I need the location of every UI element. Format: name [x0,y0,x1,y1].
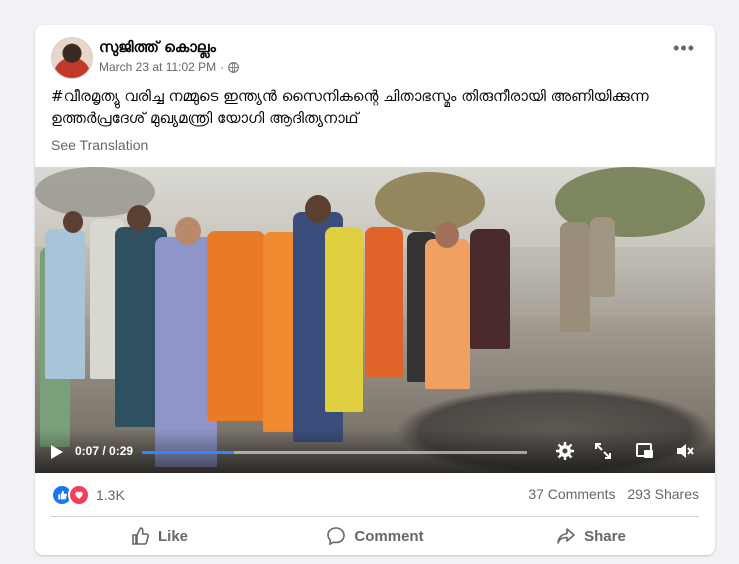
reactions-count: 1.3K [96,487,125,503]
globe-icon [228,61,239,73]
play-icon[interactable] [51,445,63,459]
shares-count[interactable]: 293 Shares [627,486,699,502]
video-controls: 0:07 / 0:29 [35,429,715,473]
fullscreen-icon[interactable] [593,441,613,461]
video-person-head [63,211,83,233]
comment-icon [327,527,346,546]
share-button[interactable]: Share [483,520,699,552]
share-icon [557,528,575,544]
settings-icon[interactable] [555,441,575,461]
like-button[interactable]: Like [51,520,267,552]
picture-in-picture-icon[interactable] [635,441,655,461]
video-person-head [305,195,331,223]
comments-shares: 37 Comments 293 Shares [520,486,699,502]
post-meta: March 23 at 11:02 PM · [99,60,239,74]
video-tree [375,172,485,232]
avatar[interactable] [51,37,93,79]
video-progress-bar[interactable] [142,451,527,454]
see-translation-link[interactable]: See Translation [51,137,148,153]
video-progress-fill [142,451,235,454]
share-label: Share [584,527,626,545]
comment-button[interactable]: Comment [267,520,483,552]
video-person-head [435,222,459,248]
divider [51,516,699,517]
comments-count[interactable]: 37 Comments [528,486,615,502]
post-text: #വീരമൃത്യു വരിച്ച നമ്മുടെ ഇന്ത്യൻ സൈനികന… [51,87,649,127]
like-icon [132,527,150,545]
separator-dot: · [220,60,225,74]
video-person [45,229,85,379]
post-timestamp[interactable]: March 23 at 11:02 PM [99,60,216,74]
video-person [560,222,590,332]
video-person [590,217,615,297]
post-stats: 1.3K 37 Comments 293 Shares [51,484,699,506]
comment-label: Comment [354,527,424,545]
post-author[interactable]: സുജിത്ത് കൊല്ലം [99,38,216,56]
video-person [325,227,363,412]
video-person-head [127,205,151,231]
like-label: Like [157,527,188,545]
reactions-summary[interactable]: 1.3K [51,484,125,506]
love-reaction-icon [68,484,90,506]
volume-icon[interactable] [675,441,695,461]
more-options-icon[interactable]: ••• [673,39,695,57]
video-person-head [175,217,201,245]
video-player[interactable]: 0:07 / 0:29 [35,167,715,473]
video-person [470,229,510,349]
video-person [365,227,403,377]
video-person [425,239,470,389]
post-card: സുജിത്ത് കൊല്ലം March 23 at 11:02 PM · •… [35,25,715,555]
video-time: 0:07 / 0:29 [75,444,134,458]
action-bar: Like Comment Share [51,520,699,552]
video-person [207,231,265,421]
